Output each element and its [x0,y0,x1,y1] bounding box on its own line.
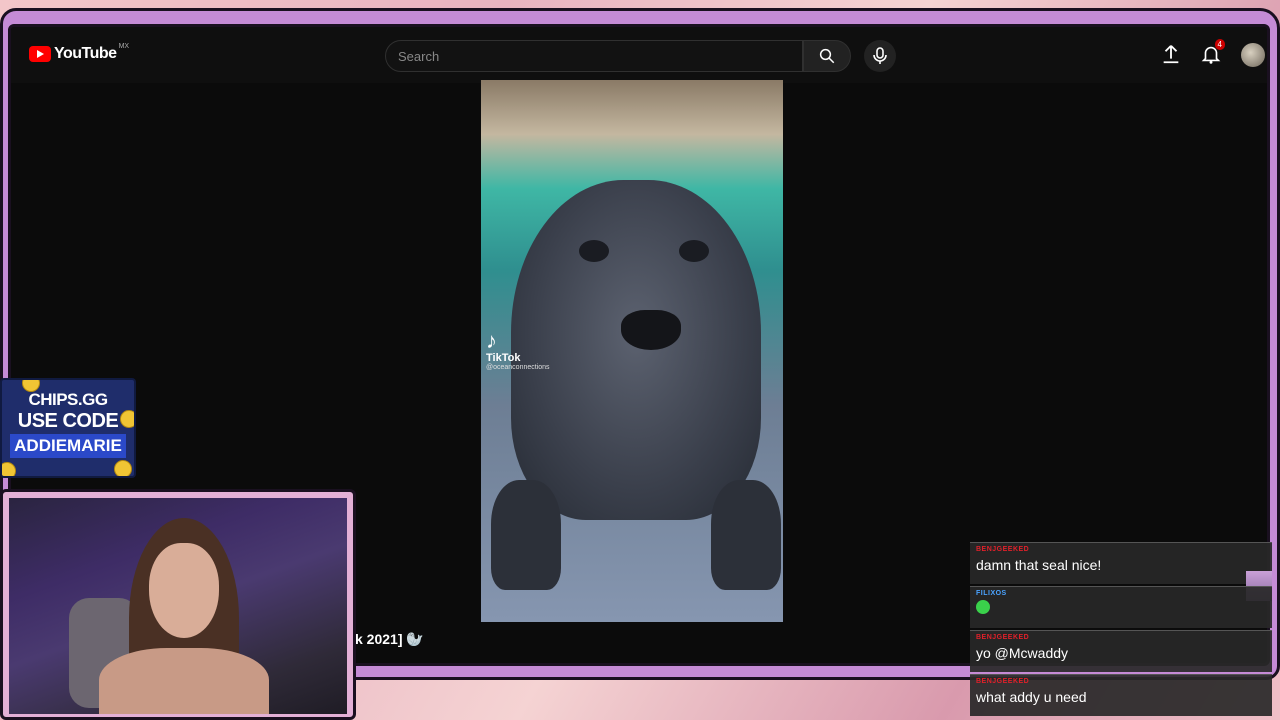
chat-username: FILIXOS [976,590,1007,597]
seal-nose [621,310,681,350]
youtube-logo[interactable]: YouTube MX [29,42,130,63]
chat-text: yo @Mcwaddy [976,645,1069,661]
sponsor-banner: CHIPS.GG USE CODE ADDIEMARIE [0,378,136,478]
chat-message: BENJGEEKED yo @Mcwaddy [970,630,1272,672]
tiktok-watermark: ♪ TikTok @oceanconnections [486,328,550,372]
youtube-logo-text: YouTube [54,45,117,62]
search-button[interactable] [803,40,851,72]
microphone-icon [873,47,887,64]
search-icon [819,48,835,64]
sponsor-code: ADDIEMARIE [10,434,126,458]
seal-flipper-left [491,480,561,590]
chat-username: BENJGEEKED [976,678,1030,685]
chat-username: BENJGEEKED [976,546,1030,553]
webcam-feed [9,498,347,714]
tiktok-brand: TikTok [486,352,521,364]
chat-message: FILIXOS [970,586,1272,628]
chat-message: BENJGEEKED damn that seal nice! [970,542,1272,601]
coin-icon [120,410,134,428]
tiktok-handle: @oceanconnections [486,364,550,371]
chat-text: damn that seal nice! [976,557,1102,573]
seal-eye-left [579,240,609,262]
coin-icon [114,460,132,476]
upload-icon [1163,45,1179,64]
youtube-play-icon [29,46,51,62]
video-player[interactable]: ♪ TikTok @oceanconnections [481,80,783,622]
seal-eye-right [679,240,709,262]
frog-emote-icon [976,600,990,614]
chat-username: BENJGEEKED [976,634,1030,641]
notifications-button[interactable]: 4 [1199,39,1225,67]
coin-icon [2,462,16,476]
tiktok-icon: ♪ [486,328,497,353]
voice-search-button[interactable] [864,40,896,72]
streamer-body [99,648,269,714]
region-code: MX [118,42,130,50]
video-title-fragment: k 2021] 🦭 [355,631,424,647]
seal-flipper-right [711,480,781,590]
chat-text: what addy u need [976,689,1087,705]
sponsor-cta: USE CODE [17,410,119,432]
chat-overlay: BENJGEEKED damn that seal nice! FILIXOS … [970,542,1272,718]
upload-button[interactable] [1159,43,1183,67]
chat-message: BENJGEEKED what addy u need [970,674,1272,716]
notification-count-badge: 4 [1214,39,1225,50]
streamer-face [149,543,219,638]
youtube-header: YouTube MX Search 4 [11,27,1267,83]
account-avatar[interactable] [1241,43,1265,67]
search-input[interactable]: Search [385,40,803,72]
sponsor-site: CHIPS.GG [28,390,108,409]
webcam-frame [0,489,356,720]
